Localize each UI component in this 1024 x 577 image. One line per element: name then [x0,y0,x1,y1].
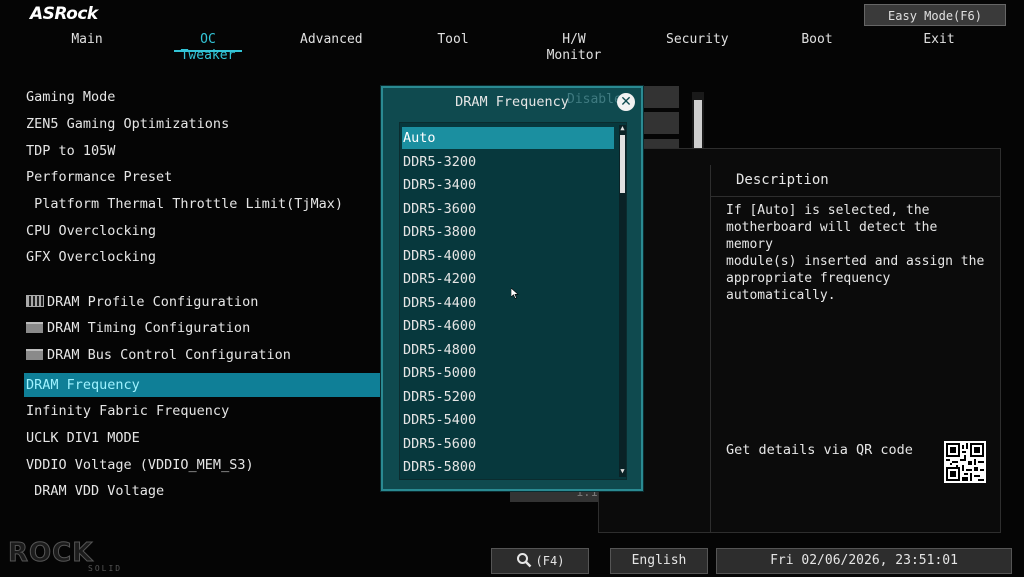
menu-item-dram-profile[interactable]: DRAM Profile Configuration [26,290,258,314]
tab-advanced[interactable]: Advanced [300,32,363,52]
search-button[interactable]: (F4) [491,548,589,574]
rock-solid-logo: ROCK [7,538,94,569]
description-text: If [Auto] is selected, the motherboard w… [726,203,985,303]
option-ddr5-5000[interactable]: DDR5-5000 [402,362,614,384]
tab-boot[interactable]: Boot [800,32,834,52]
datetime-display[interactable]: Fri 02/06/2026, 23:51:01 [716,548,1012,574]
menu-item-thermal-throttle[interactable]: Platform Thermal Throttle Limit(TjMax) [26,192,343,216]
search-icon [516,552,532,577]
memory-icon [26,295,44,307]
qr-label: Get details via QR code [726,442,913,458]
menu-item-infinity-fabric[interactable]: Infinity Fabric Frequency [26,399,229,423]
option-ddr5-3600[interactable]: DDR5-3600 [402,198,614,220]
option-ddr5-3200[interactable]: DDR5-3200 [402,151,614,173]
tab-exit[interactable]: Exit [922,32,956,52]
menu-item-label: DRAM Profile Configuration [47,294,259,310]
menu-item-cpu-overclocking[interactable]: CPU Overclocking [26,219,156,243]
scroll-down-arrow-icon[interactable]: ▼ [619,468,626,475]
menu-item-label: DRAM Bus Control Configuration [47,347,291,363]
mouse-cursor-icon [510,287,519,303]
close-icon[interactable]: ✕ [617,93,635,111]
option-ddr5-3400[interactable]: DDR5-3400 [402,174,614,196]
tab-oc-tweaker[interactable]: OC Tweaker [174,32,242,63]
option-ddr5-4600[interactable]: DDR5-4600 [402,315,614,337]
menu-item-dram-bus-control[interactable]: DRAM Bus Control Configuration [26,343,291,367]
value-box[interactable] [643,112,679,134]
description-divider [710,196,1001,197]
language-button[interactable]: English [610,548,708,574]
rock-solid-logo-sub: SOLID [88,564,123,573]
easy-mode-button[interactable]: Easy Mode(F6) [864,4,1006,26]
menu-item-uclk-div1[interactable]: UCLK DIV1 MODE [26,426,140,450]
option-ddr5-5600[interactable]: DDR5-5600 [402,433,614,455]
option-list-scrollbar-thumb[interactable] [620,135,625,193]
description-title: Description [736,172,829,188]
option-ddr5-4000[interactable]: DDR5-4000 [402,245,614,267]
asrock-logo: ASRock [30,4,98,24]
option-ddr5-5200[interactable]: DDR5-5200 [402,386,614,408]
qr-code-icon [944,441,986,483]
menu-item-vddio-voltage[interactable]: VDDIO Voltage (VDDIO_MEM_S3) [26,453,254,477]
folder-icon [26,322,43,333]
menu-item-dram-timing[interactable]: DRAM Timing Configuration [26,316,250,340]
option-ddr5-4800[interactable]: DDR5-4800 [402,339,614,361]
menu-item-performance-preset[interactable]: Performance Preset [26,165,172,189]
value-box-gaming-mode[interactable] [643,86,679,108]
option-ddr5-5800[interactable]: DDR5-5800 [402,456,614,478]
menu-item-dram-vdd[interactable]: DRAM VDD Voltage [26,479,164,503]
tab-security[interactable]: Security [666,32,729,52]
option-ddr5-5400[interactable]: DDR5-5400 [402,409,614,431]
folder-icon [26,349,43,360]
menu-item-gfx-overclocking[interactable]: GFX Overclocking [26,245,156,269]
tab-main[interactable]: Main [62,32,112,52]
option-ddr5-3800[interactable]: DDR5-3800 [402,221,614,243]
menu-item-gaming-mode[interactable]: Gaming Mode [26,85,115,109]
scroll-up-arrow-icon[interactable]: ▲ [619,125,626,132]
tab-hw-monitor[interactable]: H/W Monitor [535,32,613,63]
search-shortcut-label: (F4) [535,554,565,568]
menu-item-dram-frequency[interactable]: DRAM Frequency [24,373,384,397]
menu-item-zen5-gaming[interactable]: ZEN5 Gaming Optimizations [26,112,229,136]
option-ddr5-4400[interactable]: DDR5-4400 [402,292,614,314]
tab-tool[interactable]: Tool [432,32,474,52]
menu-item-tdp[interactable]: TDP to 105W [26,139,115,163]
option-ddr5-4200[interactable]: DDR5-4200 [402,268,614,290]
option-auto[interactable]: Auto [402,127,614,149]
menu-item-label: DRAM Timing Configuration [47,320,251,336]
gaming-mode-value-ghost: Disable [567,92,622,107]
